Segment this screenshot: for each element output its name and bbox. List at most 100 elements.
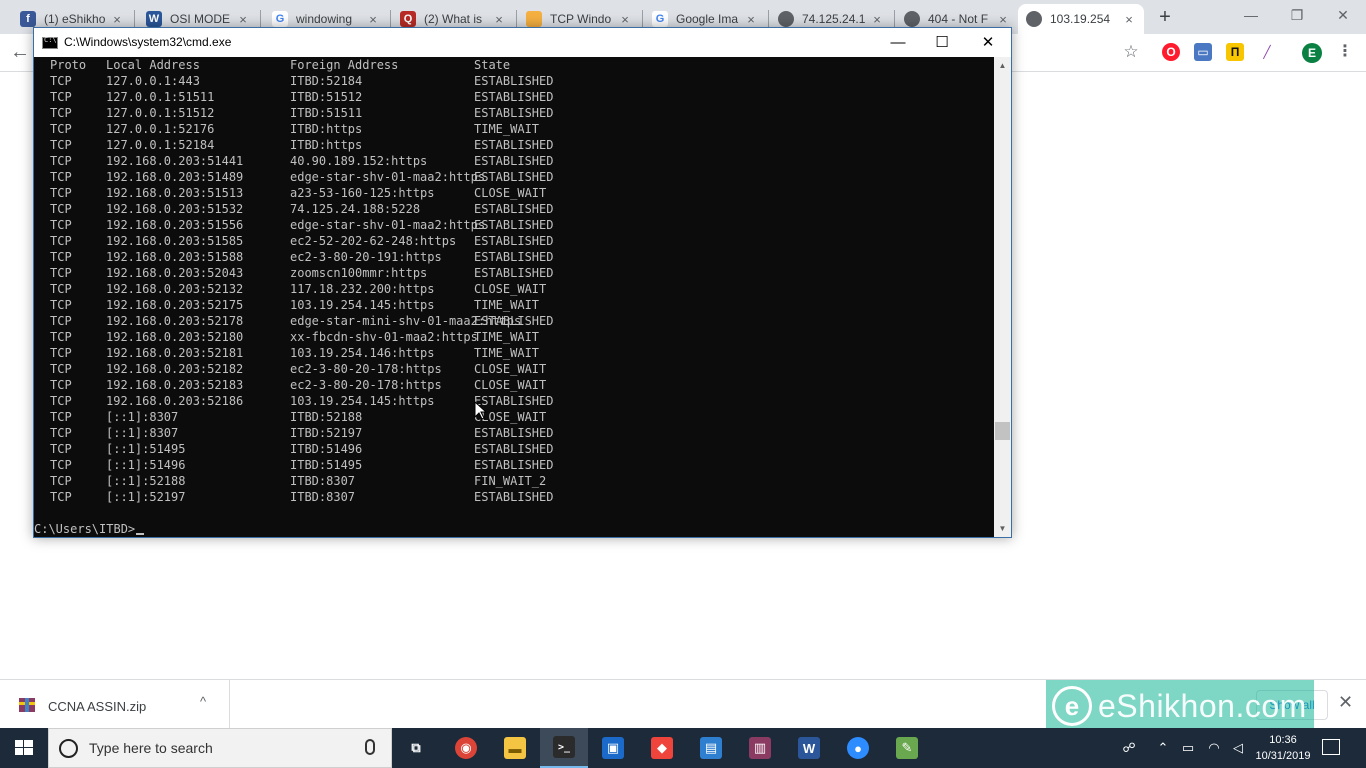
- cmd-title-bar[interactable]: C:\Windows\system32\cmd.exe — ☐ ✕: [34, 28, 1011, 57]
- netstat-local: [::1]:8307: [106, 426, 179, 440]
- cmd-close-button[interactable]: ✕: [965, 28, 1011, 57]
- netstat-state: CLOSE_WAIT: [474, 186, 547, 200]
- volume-icon[interactable]: ◁: [1228, 728, 1248, 768]
- network-app-icon: ▤: [700, 737, 722, 759]
- text-cursor: [136, 533, 145, 535]
- download-file-name: CCNA ASSIN.zip: [48, 699, 147, 714]
- netstat-state: ESTABLISHED: [474, 266, 554, 280]
- netstat-proto: TCP: [50, 410, 72, 424]
- browser-minimize-button[interactable]: —: [1228, 0, 1274, 30]
- taskbar-chrome[interactable]: ◉: [442, 728, 490, 768]
- netstat-state: ESTABLISHED: [474, 490, 554, 504]
- taskbar-paint[interactable]: ✎: [883, 728, 931, 768]
- eshikhon-logo-icon: e: [1052, 686, 1092, 726]
- back-icon[interactable]: ←: [10, 41, 30, 64]
- taskbar-cmd[interactable]: >_: [540, 728, 588, 768]
- close-icon[interactable]: ×: [870, 12, 884, 27]
- close-icon[interactable]: ×: [366, 12, 380, 27]
- download-item[interactable]: CCNA ASSIN.zip ^: [0, 680, 230, 730]
- taskbar-file-explorer[interactable]: ▬: [491, 728, 539, 768]
- netstat-proto: TCP: [50, 170, 72, 184]
- browser-close-button[interactable]: ✕: [1320, 0, 1366, 30]
- word-icon: W: [798, 737, 820, 759]
- netstat-state: ESTABLISHED: [474, 106, 554, 120]
- netstat-local: 192.168.0.203:52043: [106, 266, 244, 280]
- netstat-local: 192.168.0.203:51513: [106, 186, 244, 200]
- browser-restore-button[interactable]: ❐: [1274, 0, 1320, 30]
- cmd-maximize-button[interactable]: ☐: [919, 28, 965, 57]
- wifi-icon[interactable]: ◠: [1204, 728, 1224, 768]
- netstat-proto: TCP: [50, 234, 72, 248]
- netstat-local: 192.168.0.203:52183: [106, 378, 244, 392]
- netstat-foreign: ITBD:52184: [290, 74, 363, 88]
- word-icon: W: [146, 11, 162, 27]
- menu-icon[interactable]: ⋮: [1336, 43, 1354, 61]
- scrollbar-thumb[interactable]: [995, 422, 1010, 440]
- close-icon[interactable]: ×: [618, 12, 632, 27]
- chevron-up-icon[interactable]: ⌃: [1154, 728, 1172, 768]
- scroll-up-icon[interactable]: ▲: [994, 57, 1011, 74]
- netstat-proto: TCP: [50, 106, 72, 120]
- battery-icon[interactable]: ▭: [1178, 728, 1198, 768]
- opera-extension-icon[interactable]: O: [1162, 43, 1180, 61]
- command-prompt[interactable]: C:\Users\ITBD>: [34, 521, 145, 537]
- cmd-window[interactable]: C:\Windows\system32\cmd.exe — ☐ ✕ Proto …: [33, 27, 1012, 538]
- close-icon[interactable]: ×: [236, 12, 250, 27]
- close-icon[interactable]: ×: [492, 12, 506, 27]
- extension-icon[interactable]: ▭: [1194, 43, 1212, 61]
- scroll-down-icon[interactable]: ▼: [994, 520, 1011, 537]
- new-tab-button[interactable]: +: [1153, 6, 1177, 30]
- cmd-scrollbar[interactable]: ▲ ▼: [994, 57, 1011, 537]
- netstat-state: CLOSE_WAIT: [474, 282, 547, 296]
- microphone-icon[interactable]: [365, 739, 375, 755]
- cmd-title: C:\Windows\system32\cmd.exe: [64, 35, 232, 49]
- download-bar-close-icon[interactable]: ✕: [1338, 692, 1353, 713]
- netstat-local: 192.168.0.203:51441: [106, 154, 244, 168]
- console-icon: [42, 36, 58, 49]
- start-button[interactable]: [0, 728, 48, 768]
- profile-avatar[interactable]: E: [1302, 43, 1322, 63]
- google-icon: G: [652, 11, 668, 27]
- desktop: f (1) eShikho × W OSI MODE × G windowing…: [0, 0, 1366, 768]
- netstat-state: ESTABLISHED: [474, 314, 554, 328]
- anydesk-icon: ◆: [651, 737, 673, 759]
- netstat-proto: TCP: [50, 202, 72, 216]
- taskbar-network-app[interactable]: ▤: [687, 728, 735, 768]
- chevron-up-icon[interactable]: ^: [200, 694, 206, 709]
- cmd-console-output[interactable]: Proto Local Address Foreign Address Stat…: [34, 57, 994, 537]
- netstat-local: 192.168.0.203:51588: [106, 250, 244, 264]
- taskbar-virtualbox[interactable]: ▣: [589, 728, 637, 768]
- tab-label: 74.125.24.1: [802, 12, 866, 26]
- netstat-foreign: 103.19.254.145:https: [290, 394, 435, 408]
- taskbar-word[interactable]: W: [785, 728, 833, 768]
- close-icon[interactable]: ×: [744, 12, 758, 27]
- netstat-local: 127.0.0.1:51512: [106, 106, 215, 120]
- netstat-foreign: ITBD:8307: [290, 474, 356, 488]
- taskbar-anydesk[interactable]: ◆: [638, 728, 686, 768]
- task-view-button[interactable]: ⧉: [392, 728, 440, 768]
- netstat-proto: TCP: [50, 490, 72, 504]
- netstat-foreign: ITBD:8307: [290, 490, 356, 504]
- close-icon[interactable]: ×: [1122, 12, 1136, 27]
- taskbar-winrar[interactable]: ▥: [736, 728, 784, 768]
- taskbar-search-box[interactable]: Type here to search: [48, 728, 392, 768]
- people-icon[interactable]: ☍: [1118, 728, 1140, 768]
- tab-ip-103-19[interactable]: 103.19.254 ×: [1018, 4, 1144, 34]
- pen-extension-icon[interactable]: ╱: [1258, 43, 1276, 61]
- taskbar-clock[interactable]: 10:36 10/31/2019: [1252, 732, 1314, 764]
- cmd-minimize-button[interactable]: —: [875, 28, 921, 57]
- close-icon[interactable]: ×: [996, 12, 1010, 27]
- bookmark-star-icon[interactable]: ☆: [1122, 43, 1140, 61]
- extension-icon[interactable]: П: [1226, 43, 1244, 61]
- netstat-local: 192.168.0.203:51532: [106, 202, 244, 216]
- taskbar-zoom[interactable]: ●: [834, 728, 882, 768]
- hand-icon: [526, 11, 542, 27]
- netstat-state: ESTABLISHED: [474, 234, 554, 248]
- notification-icon[interactable]: [1322, 739, 1340, 755]
- netstat-foreign: xx-fbcdn-shv-01-maa2:https: [290, 330, 478, 344]
- netstat-local: 192.168.0.203:52180: [106, 330, 244, 344]
- header-state: State: [474, 58, 511, 72]
- netstat-proto: TCP: [50, 314, 72, 328]
- close-icon[interactable]: ×: [110, 12, 124, 27]
- netstat-local: [::1]:51496: [106, 458, 186, 472]
